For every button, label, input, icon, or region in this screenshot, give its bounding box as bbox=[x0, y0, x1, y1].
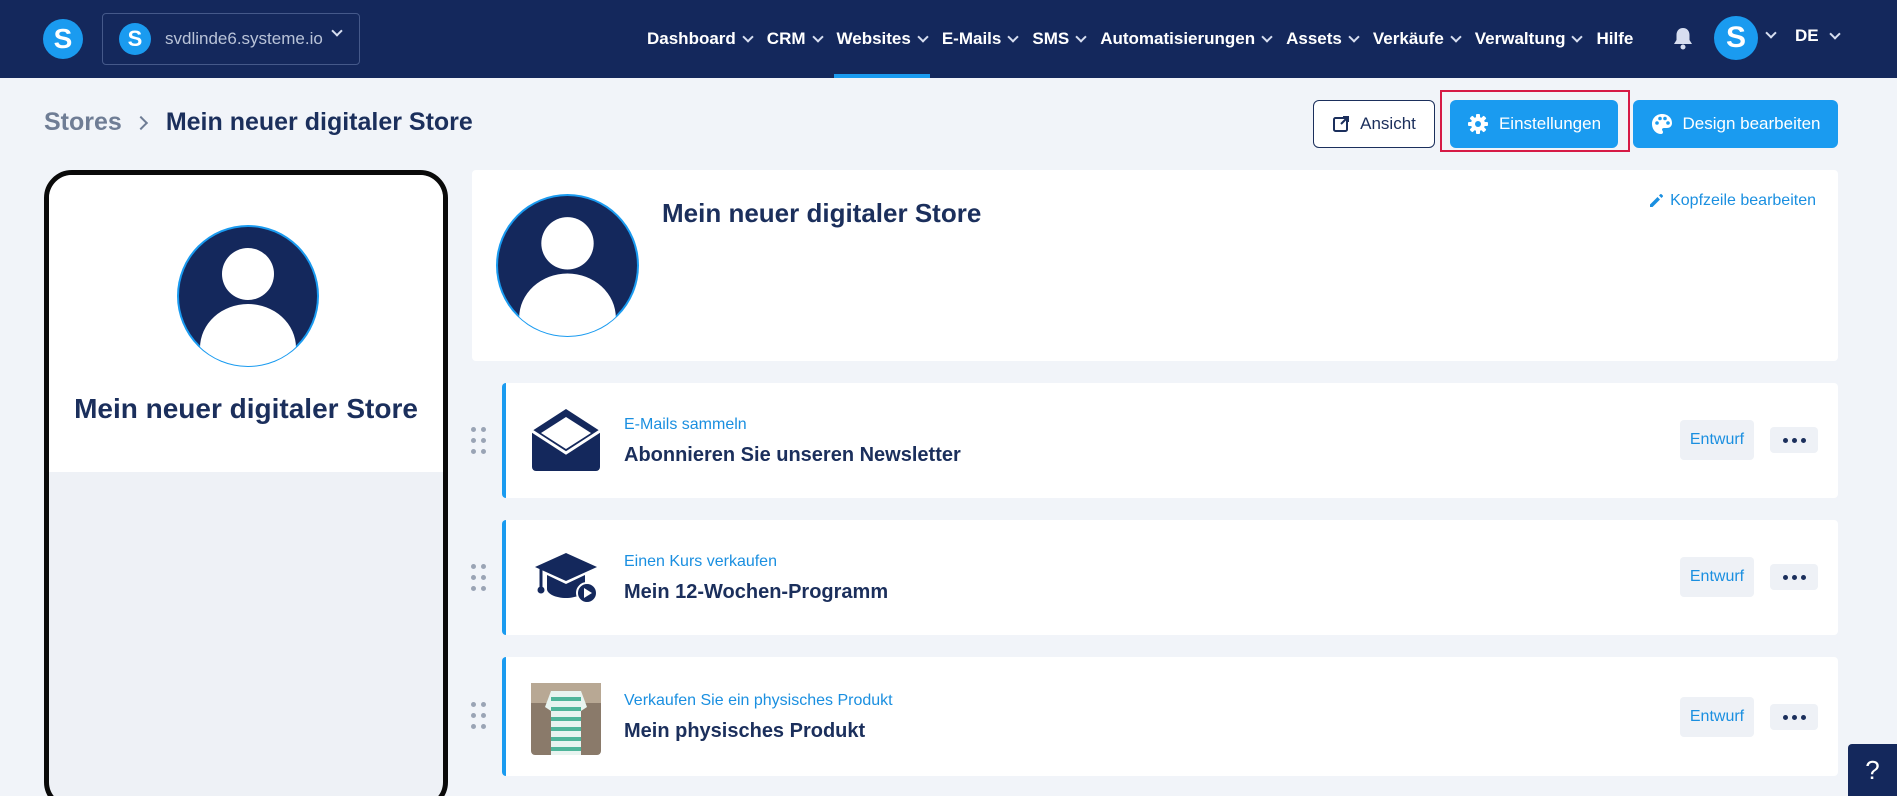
nav-automatisierungen[interactable]: Automatisierungen bbox=[1100, 0, 1273, 78]
chevron-down-icon bbox=[331, 25, 343, 37]
domain-logo-icon: S bbox=[119, 23, 151, 55]
top-navigation-bar: S S svdlinde6.systeme.io Dashboard CRM W… bbox=[0, 0, 1897, 78]
chevron-down-icon bbox=[742, 30, 754, 43]
status-badge: Entwurf bbox=[1680, 557, 1754, 597]
nav-dashboard[interactable]: Dashboard bbox=[647, 0, 754, 78]
drag-handle-icon[interactable] bbox=[471, 702, 489, 732]
nav-assets[interactable]: Assets bbox=[1286, 0, 1360, 78]
envelope-icon bbox=[528, 402, 604, 478]
chevron-right-icon bbox=[133, 115, 148, 130]
user-avatar[interactable]: S bbox=[1714, 16, 1758, 60]
product-title: Abonnieren Sie unseren Newsletter bbox=[624, 444, 961, 466]
product-title: Mein physisches Produkt bbox=[624, 720, 866, 742]
chevron-down-icon bbox=[1261, 30, 1273, 43]
status-badge: Entwurf bbox=[1680, 697, 1754, 737]
graduation-cap-icon bbox=[528, 539, 604, 615]
domain-name: svdlinde6.systeme.io bbox=[165, 29, 323, 48]
product-row[interactable]: Verkaufen Sie ein physisches Produkt Mei… bbox=[502, 657, 1838, 776]
language-selector[interactable]: DE bbox=[1795, 26, 1841, 46]
nav-crm[interactable]: CRM bbox=[767, 0, 824, 78]
chevron-down-icon bbox=[1007, 30, 1020, 43]
drag-handle-icon[interactable] bbox=[471, 564, 489, 594]
phone-store-title: Mein neuer digitaler Store bbox=[74, 393, 418, 424]
edit-header-link[interactable]: Kopfzeile bearbeiten bbox=[1648, 192, 1816, 210]
product-row[interactable]: Einen Kurs verkaufen Mein 12-Wochen-Prog… bbox=[502, 520, 1838, 635]
chevron-down-icon bbox=[1348, 30, 1360, 43]
product-photo bbox=[528, 681, 604, 757]
chevron-down-icon bbox=[811, 30, 824, 43]
product-title: Mein 12-Wochen-Programm bbox=[624, 581, 889, 603]
nav-sms[interactable]: SMS bbox=[1032, 0, 1087, 78]
phone-preview: Mein neuer digitaler Store bbox=[44, 170, 448, 796]
edit-design-button-label: Design bearbeiten bbox=[1682, 114, 1821, 133]
nav-emails[interactable]: E-Mails bbox=[942, 0, 1020, 78]
breadcrumb: Stores Mein neuer digitaler Store bbox=[44, 108, 473, 137]
edit-header-label: Kopfzeile bearbeiten bbox=[1670, 192, 1816, 209]
systeme-logo[interactable]: S bbox=[43, 19, 83, 59]
phone-header-card: Mein neuer digitaler Store bbox=[49, 175, 443, 472]
product-category-link[interactable]: Einen Kurs verkaufen bbox=[624, 553, 777, 571]
view-button[interactable]: Ansicht bbox=[1313, 100, 1435, 148]
edit-design-button[interactable]: Design bearbeiten bbox=[1633, 100, 1838, 148]
chevron-down-icon[interactable] bbox=[1765, 27, 1777, 39]
product-category-link[interactable]: E-Mails sammeln bbox=[624, 416, 747, 434]
store-title: Mein neuer digitaler Store bbox=[662, 198, 982, 228]
chevron-down-icon bbox=[1828, 27, 1841, 40]
nav-verwaltung[interactable]: Verwaltung bbox=[1475, 0, 1584, 78]
more-options-button[interactable] bbox=[1770, 564, 1818, 590]
product-category-link[interactable]: Verkaufen Sie ein physisches Produkt bbox=[624, 692, 893, 710]
pencil-icon bbox=[1650, 194, 1664, 207]
avatar-placeholder-icon bbox=[496, 194, 639, 337]
main-nav: Dashboard CRM Websites E-Mails SMS Autom… bbox=[647, 0, 1648, 78]
nav-verkaeufe[interactable]: Verkäufe bbox=[1373, 0, 1462, 78]
avatar-placeholder-icon bbox=[177, 225, 319, 367]
more-options-button[interactable] bbox=[1770, 704, 1818, 730]
chevron-down-icon bbox=[1075, 30, 1087, 43]
page-title: Mein neuer digitaler Store bbox=[165, 108, 473, 136]
view-button-label: Ansicht bbox=[1360, 114, 1416, 133]
domain-selector[interactable]: S svdlinde6.systeme.io bbox=[102, 13, 360, 65]
chevron-down-icon bbox=[1571, 30, 1584, 43]
chevron-down-icon bbox=[917, 30, 929, 43]
nav-hilfe[interactable]: Hilfe bbox=[1596, 0, 1633, 78]
breadcrumb-stores-link[interactable]: Stores bbox=[44, 108, 122, 137]
store-header-card: Mein neuer digitaler Store Kopfzeile bea… bbox=[472, 170, 1838, 361]
chevron-down-icon bbox=[1450, 30, 1462, 43]
palette-icon bbox=[1651, 114, 1672, 134]
status-badge: Entwurf bbox=[1680, 420, 1754, 460]
highlight-box bbox=[1440, 90, 1630, 152]
more-options-button[interactable] bbox=[1770, 427, 1818, 453]
drag-handle-icon[interactable] bbox=[471, 427, 489, 457]
external-link-icon bbox=[1333, 116, 1350, 132]
product-row[interactable]: E-Mails sammeln Abonnieren Sie unseren N… bbox=[502, 383, 1838, 498]
bell-icon[interactable] bbox=[1672, 26, 1694, 50]
help-button[interactable]: ? bbox=[1848, 744, 1897, 796]
nav-websites[interactable]: Websites bbox=[833, 0, 931, 78]
